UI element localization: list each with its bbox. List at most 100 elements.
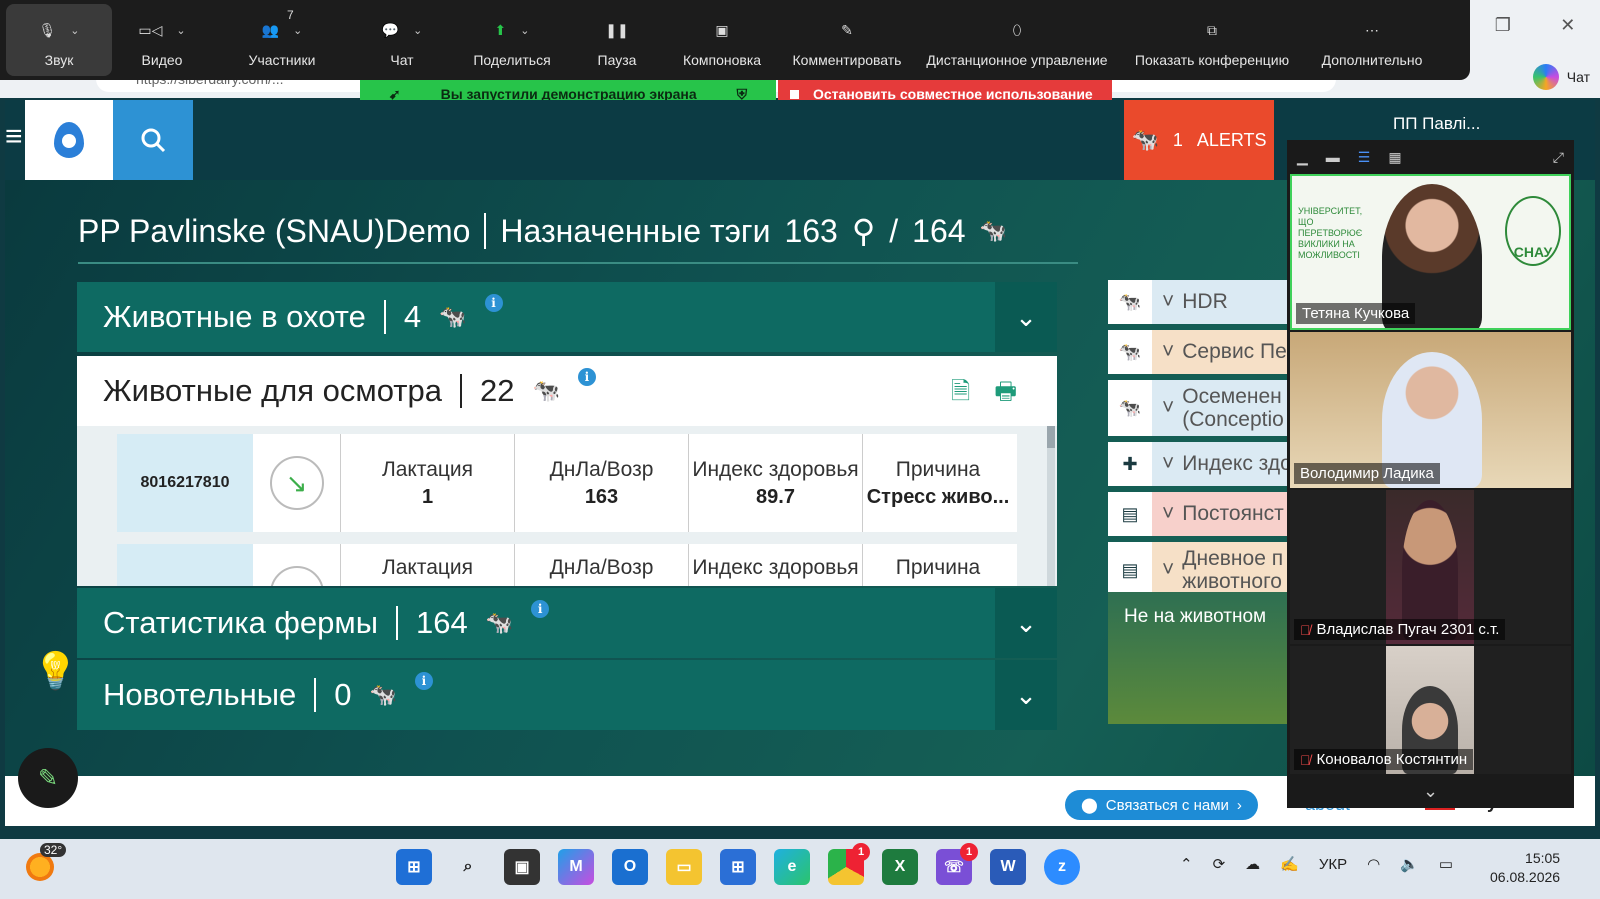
list-item[interactable]: ▤ ˅ Постоянст bbox=[1108, 492, 1288, 536]
info-icon[interactable]: i bbox=[531, 600, 550, 618]
list-item[interactable]: 🐄 ˅ Осеменен (Conceptio bbox=[1108, 380, 1288, 436]
battery-icon[interactable]: ▭ bbox=[1439, 855, 1453, 873]
chevron-down-icon[interactable]: ⌄ bbox=[70, 24, 79, 37]
print-icon[interactable]: 🖶 bbox=[994, 374, 1017, 415]
chevron-up-icon[interactable]: ⌃ bbox=[1180, 855, 1193, 873]
system-tray: ⌃ ⟳ ☁ ✍ УКР ◠ 🔈 ▭ bbox=[1180, 855, 1453, 874]
expand-icon[interactable]: ⤢ bbox=[1553, 149, 1564, 166]
video-camera-icon: ▭◁ bbox=[138, 21, 163, 38]
video-tile[interactable]: УНІВЕРСИТЕТ, ЩО ПЕРЕТВОРЮЄ ВИКЛИКИ НА МО… bbox=[1290, 174, 1571, 330]
info-icon[interactable]: i bbox=[484, 294, 503, 312]
file-explorer-icon[interactable]: ▭ bbox=[666, 849, 702, 885]
start-icon[interactable]: ⊞ bbox=[396, 849, 432, 885]
chevron-down-icon[interactable]: ⌄ bbox=[413, 24, 422, 37]
participant-name: 🎙̸ Коновалов Костянтин bbox=[1294, 749, 1474, 770]
grid-view-icon[interactable]: ▦ bbox=[1388, 149, 1401, 166]
scrollbar-thumb[interactable] bbox=[1047, 426, 1055, 448]
minimize-icon[interactable]: ▁ bbox=[1297, 149, 1308, 166]
cow-icon: 🐄 bbox=[1108, 280, 1152, 324]
store-icon[interactable]: ⊞ bbox=[720, 849, 756, 885]
scrollbar[interactable] bbox=[1047, 426, 1055, 586]
table-row[interactable]: ↘ Лактация ДнЛа/Возр Индекс здоровья При… bbox=[117, 544, 1017, 586]
weather-icon[interactable] bbox=[26, 853, 54, 881]
farm-stats-panel[interactable]: Статистика фермы 164 🐄 i ⌄ bbox=[77, 588, 1057, 658]
tags-assigned: 163 bbox=[784, 212, 838, 249]
chevron-down-icon[interactable]: ⌄ bbox=[176, 24, 185, 37]
contact-us-button[interactable]: ⬤ Связаться с нами › bbox=[1065, 790, 1258, 820]
logo[interactable] bbox=[25, 100, 113, 180]
list-item[interactable]: ✚ ˅ Индекс здо bbox=[1108, 442, 1288, 486]
input-language[interactable]: УКР bbox=[1319, 856, 1347, 873]
strip-view-icon[interactable]: ☰ bbox=[1358, 149, 1371, 166]
status-list: 🐄 ˅ HDR 🐄 ˅ Сервис Пе 🐄 ˅ Осеменен (Concept… bbox=[1108, 280, 1288, 604]
check-panel[interactable]: Животные для осмотра 22 🐄 i 🗎 🖶 bbox=[77, 356, 1057, 426]
menu-icon[interactable]: ≡ bbox=[5, 122, 23, 152]
university-banner-text: УНІВЕРСИТЕТ, ЩО ПЕРЕТВОРЮЄ ВИКЛИКИ НА МО… bbox=[1298, 206, 1363, 260]
heat-count: 4 bbox=[403, 299, 422, 334]
participant-name: Тетяна Кучкова bbox=[1296, 303, 1416, 324]
lightbulb-icon[interactable]: 💡 bbox=[33, 650, 78, 700]
word-icon[interactable]: W bbox=[990, 849, 1026, 885]
barn-icon: ▤ bbox=[1108, 542, 1152, 598]
alerts-count: 1 bbox=[1172, 129, 1183, 150]
chevron-down-icon[interactable]: ⌄ bbox=[520, 24, 529, 37]
volume-icon[interactable]: 🔈 bbox=[1400, 855, 1419, 873]
more-button[interactable]: ⋯ Дополнительно bbox=[1302, 0, 1442, 80]
pause-button[interactable]: ❚❚ Пауза bbox=[572, 0, 662, 80]
annotation-pen-button[interactable]: ✎ bbox=[18, 748, 78, 808]
speaker-view-icon[interactable]: ▬ bbox=[1326, 149, 1340, 165]
viber-icon[interactable]: ☏ 1 bbox=[936, 843, 978, 885]
clock[interactable]: 15:05 06.08.2026 bbox=[1490, 849, 1560, 887]
chevron-down-icon[interactable]: ⌄ bbox=[995, 282, 1057, 352]
chevron-down-icon[interactable]: ⌄ bbox=[995, 660, 1057, 730]
remote-control-button[interactable]: ⬯ Дистанционное управление bbox=[912, 0, 1122, 80]
list-item[interactable]: ▤ ˅ Дневное п животного bbox=[1108, 542, 1288, 598]
chevron-down-icon[interactable]: ⌄ bbox=[995, 588, 1057, 658]
sync-icon[interactable]: ⟳ bbox=[1213, 855, 1226, 873]
restore-icon[interactable]: ❐ bbox=[1495, 15, 1511, 36]
participants-label: Участники bbox=[248, 52, 316, 68]
chevron-down-icon: ˅ bbox=[1162, 452, 1175, 476]
zoom-icon[interactable]: z bbox=[1044, 849, 1080, 885]
m365-icon[interactable]: M bbox=[558, 849, 594, 885]
fresh-cows-panel[interactable]: Новотельные 0 🐄 i ⌄ bbox=[77, 660, 1057, 730]
alerts-button[interactable]: 🐄 1 ALERTS bbox=[1124, 100, 1274, 180]
layout-button[interactable]: ▣ Компоновка bbox=[662, 0, 782, 80]
participants-button[interactable]: 7 👥 ⌄ Участники bbox=[212, 0, 352, 80]
task-view-icon[interactable]: ▣ bbox=[504, 849, 540, 885]
cloud-off-icon[interactable]: ☁ bbox=[1245, 855, 1260, 873]
share-button[interactable]: ⬆ ⌄ Поделиться bbox=[452, 0, 572, 80]
copilot-chat-button[interactable]: Чат bbox=[1532, 62, 1590, 92]
audio-button[interactable]: 🎙 ⌄ Звук bbox=[6, 4, 112, 76]
outlook-icon[interactable]: O bbox=[612, 849, 648, 885]
heat-panel[interactable]: Животные в охоте 4 🐄 i ⌄ bbox=[77, 282, 1057, 352]
list-item[interactable]: 🐄 ˅ HDR bbox=[1108, 280, 1288, 324]
chrome-icon[interactable]: 1 bbox=[828, 843, 870, 885]
search-button[interactable] bbox=[113, 100, 193, 180]
alerts-label: ALERTS bbox=[1196, 129, 1267, 150]
wifi-icon[interactable]: ◠ bbox=[1367, 855, 1380, 873]
info-icon[interactable]: i bbox=[577, 368, 596, 386]
temperature: 32° bbox=[40, 843, 67, 857]
annotate-button[interactable]: ✎ Комментировать bbox=[782, 0, 912, 80]
video-tile[interactable]: Володимир Ладика bbox=[1290, 332, 1571, 488]
not-on-animal-panel: Не на животном bbox=[1108, 592, 1288, 724]
chevron-down-icon[interactable]: ⌄ bbox=[1287, 781, 1574, 802]
edge-icon[interactable]: e bbox=[774, 849, 810, 885]
video-tile[interactable]: 🎙̸ Владислав Пугач 2301 с.т. bbox=[1290, 490, 1571, 644]
excel-icon[interactable]: X bbox=[882, 849, 918, 885]
close-window-icon[interactable]: ✕ bbox=[1560, 15, 1575, 36]
video-tile[interactable]: 🎙̸ Коновалов Костянтин bbox=[1290, 646, 1571, 774]
show-meeting-button[interactable]: ⧉ Показать конференцию bbox=[1122, 0, 1302, 80]
video-button[interactable]: ▭◁ ⌄ Видео bbox=[112, 0, 212, 80]
pen-input-icon[interactable]: ✍ bbox=[1280, 855, 1299, 873]
search-icon[interactable]: ⌕ bbox=[450, 849, 486, 885]
info-icon[interactable]: i bbox=[414, 672, 433, 690]
table-row[interactable]: 8016217810 ↘ Лактация 1 ДнЛа/Возр 163 Инде… bbox=[117, 434, 1017, 532]
video-gallery: ▁ ▬ ☰ ▦ ⤢ УНІВЕРСИТЕТ, ЩО ПЕРЕТВОРЮЄ ВИК… bbox=[1287, 140, 1574, 808]
document-icon[interactable]: 🗎 bbox=[951, 374, 970, 415]
chat-button[interactable]: 💬 ⌄ Чат bbox=[352, 0, 452, 80]
pencil-icon: ✎ bbox=[841, 21, 853, 38]
list-item[interactable]: 🐄 ˅ Сервис Пе bbox=[1108, 330, 1288, 374]
chevron-down-icon[interactable]: ⌄ bbox=[293, 24, 302, 37]
